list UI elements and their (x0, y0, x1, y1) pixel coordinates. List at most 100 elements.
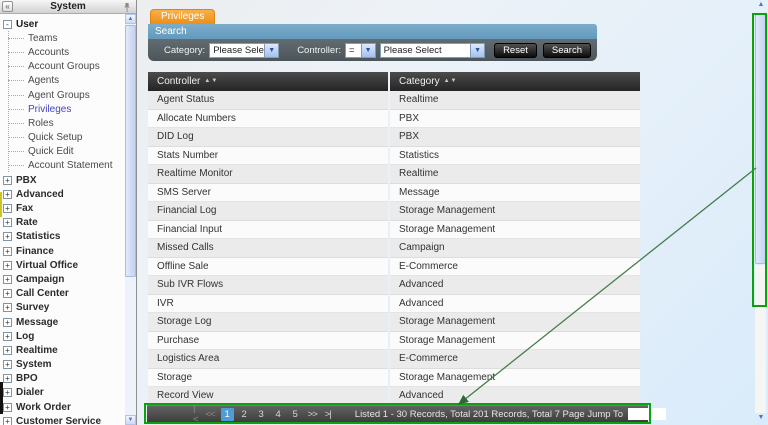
table-row[interactable]: Financial InputStorage Management (148, 221, 640, 240)
page-button-3[interactable]: 3 (255, 408, 268, 421)
sidebar-scrollbar[interactable]: ▲ ▼ (125, 14, 136, 425)
controller-select[interactable]: Please Select ▼ (380, 43, 486, 58)
table-row[interactable]: Stats NumberStatistics (148, 147, 640, 166)
scroll-up-icon[interactable]: ▲ (125, 14, 136, 24)
collapse-node-icon[interactable]: - (3, 20, 12, 29)
scroll-down-icon[interactable]: ▼ (125, 415, 136, 425)
pin-icon[interactable] (122, 1, 133, 13)
table-row[interactable]: Storage LogStorage Management (148, 313, 640, 332)
sort-asc-icon[interactable]: ▲ (204, 72, 210, 91)
sort-desc-icon[interactable]: ▼ (211, 72, 217, 91)
sidebar-item-log[interactable]: +Log (0, 329, 124, 343)
reset-button[interactable]: Reset (494, 43, 537, 58)
table-row[interactable]: Agent StatusRealtime (148, 91, 640, 110)
last-page-button[interactable]: >| (325, 409, 331, 420)
table-row[interactable]: StorageStorage Management (148, 369, 640, 388)
sidebar-item-pbx[interactable]: +PBX (0, 173, 124, 187)
expand-node-icon[interactable]: + (3, 289, 12, 298)
table-row[interactable]: Realtime MonitorRealtime (148, 165, 640, 184)
sidebar-item-system[interactable]: +System (0, 358, 124, 372)
expand-node-icon[interactable]: + (3, 218, 12, 227)
sidebar-item-account-groups[interactable]: Account Groups (0, 60, 124, 74)
sidebar-scrollbar-thumb[interactable] (125, 25, 136, 277)
sidebar-item-teams[interactable]: Teams (0, 31, 124, 45)
category-select[interactable]: Please Select ▼ (209, 43, 279, 58)
table-row[interactable]: Offline SaleE-Commerce (148, 258, 640, 277)
table-row[interactable]: Financial LogStorage Management (148, 202, 640, 221)
table-row[interactable]: IVRAdvanced (148, 295, 640, 314)
first-page-button[interactable]: |< (193, 403, 198, 425)
sidebar-item-survey[interactable]: +Survey (0, 301, 124, 315)
sidebar-item-user[interactable]: -User (0, 17, 124, 31)
chevron-down-icon[interactable]: ▼ (264, 44, 278, 57)
sidebar-item-agent-groups[interactable]: Agent Groups (0, 88, 124, 102)
expand-node-icon[interactable]: + (3, 318, 12, 327)
column-header-controller[interactable]: Controller ▲ ▼ (148, 72, 388, 91)
expand-node-icon[interactable]: + (3, 360, 12, 369)
main-scrollbar-thumb[interactable] (755, 14, 766, 264)
table-row[interactable]: DID LogPBX (148, 128, 640, 147)
sidebar-item-realtime[interactable]: +Realtime (0, 343, 124, 357)
expand-node-icon[interactable]: + (3, 204, 12, 213)
expand-node-icon[interactable]: + (3, 346, 12, 355)
sidebar-item-privileges[interactable]: Privileges (0, 102, 124, 116)
sort-asc-icon[interactable]: ▲ (444, 72, 450, 91)
expand-node-icon[interactable]: + (3, 303, 12, 312)
page-button-2[interactable]: 2 (238, 408, 251, 421)
expand-node-icon[interactable]: + (3, 232, 12, 241)
column-header-category[interactable]: Category ▲ ▼ (390, 72, 640, 91)
table-row[interactable]: SMS ServerMessage (148, 184, 640, 203)
sort-desc-icon[interactable]: ▼ (451, 72, 457, 91)
chevron-down-icon[interactable]: ▼ (470, 44, 484, 57)
expand-node-icon[interactable]: + (3, 417, 12, 425)
table-row[interactable]: Sub IVR FlowsAdvanced (148, 276, 640, 295)
prev-page-button[interactable]: << (206, 409, 215, 420)
sidebar-item-customer-service[interactable]: +Customer Service (0, 414, 124, 425)
sidebar-item-call-center[interactable]: +Call Center (0, 287, 124, 301)
sidebar-item-virtual-office[interactable]: +Virtual Office (0, 258, 124, 272)
expand-node-icon[interactable]: + (3, 261, 12, 270)
sidebar-item-bpo[interactable]: +BPO (0, 372, 124, 386)
sidebar-item-agents[interactable]: Agents (0, 74, 124, 88)
sidebar-item-statistics[interactable]: +Statistics (0, 230, 124, 244)
expand-node-icon[interactable]: + (3, 275, 12, 284)
tab-privileges[interactable]: Privileges (150, 9, 215, 24)
sidebar-item-fax[interactable]: +Fax (0, 201, 124, 215)
page-button-4[interactable]: 4 (272, 408, 285, 421)
sidebar-item-work-order[interactable]: +Work Order (0, 400, 124, 414)
expand-node-icon[interactable]: + (3, 247, 12, 256)
expand-node-icon[interactable]: + (3, 374, 12, 383)
sidebar-item-account-statement[interactable]: Account Statement (0, 159, 124, 173)
page-button-5[interactable]: 5 (289, 408, 302, 421)
sidebar-item-accounts[interactable]: Accounts (0, 45, 124, 59)
expand-node-icon[interactable]: + (3, 332, 12, 341)
next-page-button[interactable]: >> (308, 409, 317, 420)
table-row[interactable]: Missed CallsCampaign (148, 239, 640, 258)
category-cell: Storage Management (390, 202, 640, 221)
sidebar-item-roles[interactable]: Roles (0, 116, 124, 130)
sidebar-item-rate[interactable]: +Rate (0, 216, 124, 230)
scroll-down-icon[interactable]: ▼ (755, 413, 767, 423)
main-scrollbar-track[interactable] (755, 265, 766, 413)
sidebar-item-finance[interactable]: +Finance (0, 244, 124, 258)
expand-node-icon[interactable]: + (3, 403, 12, 412)
search-button[interactable]: Search (543, 43, 591, 58)
expand-node-icon[interactable]: + (3, 190, 12, 199)
sidebar-item-quick-edit[interactable]: Quick Edit (0, 145, 124, 159)
sidebar-item-quick-setup[interactable]: Quick Setup (0, 131, 124, 145)
scroll-up-icon[interactable]: ▲ (755, 0, 767, 10)
table-row[interactable]: PurchaseStorage Management (148, 332, 640, 351)
expand-node-icon[interactable]: + (3, 176, 12, 185)
sidebar-item-dialer[interactable]: +Dialer (0, 386, 124, 400)
controller-cell: Offline Sale (148, 258, 388, 277)
chevron-down-icon[interactable]: ▼ (361, 44, 375, 57)
sidebar-item-message[interactable]: +Message (0, 315, 124, 329)
jump-to-input[interactable] (628, 408, 666, 420)
table-row[interactable]: Allocate NumbersPBX (148, 110, 640, 129)
operator-select[interactable]: = ▼ (345, 43, 376, 58)
sidebar-item-campaign[interactable]: +Campaign (0, 272, 124, 286)
expand-node-icon[interactable]: + (3, 388, 12, 397)
page-button-1[interactable]: 1 (221, 408, 234, 421)
sidebar-item-advanced[interactable]: +Advanced (0, 187, 124, 201)
table-row[interactable]: Logistics AreaE-Commerce (148, 350, 640, 369)
